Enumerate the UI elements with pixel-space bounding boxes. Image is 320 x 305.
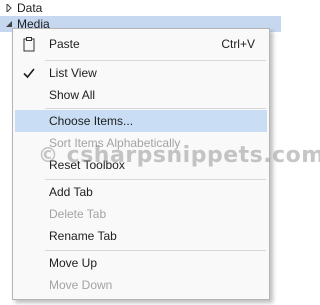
menu-separator: [45, 60, 266, 61]
tree-item-data[interactable]: Data: [0, 0, 281, 16]
menu-item-label: Show All: [49, 88, 96, 102]
context-menu: Paste Ctrl+V List View Show All Choose I…: [12, 28, 270, 300]
menu-separator: [45, 250, 266, 251]
menu-item-choose-items[interactable]: Choose Items...: [15, 110, 267, 132]
menu-item-label: Sort Items Alphabetically: [49, 136, 181, 150]
menu-item-list-view[interactable]: List View: [15, 62, 267, 84]
tree-item-label: Data: [17, 1, 43, 15]
menu-separator: [45, 108, 266, 109]
menu-item-delete-tab[interactable]: Delete Tab: [15, 203, 267, 225]
menu-item-label: Delete Tab: [49, 207, 107, 221]
menu-item-label: Choose Items...: [49, 114, 134, 128]
menu-item-label: Move Up: [49, 256, 98, 270]
menu-item-label: List View: [49, 66, 97, 80]
menu-item-show-all[interactable]: Show All: [15, 84, 267, 106]
menu-separator: [45, 179, 266, 180]
menu-item-paste[interactable]: Paste Ctrl+V: [15, 33, 267, 55]
menu-item-sort-items[interactable]: Sort Items Alphabetically: [15, 132, 267, 154]
clipboard-icon: [21, 36, 37, 52]
menu-item-label: Paste: [49, 37, 80, 51]
menu-item-label: Reset Toolbox: [49, 158, 125, 172]
menu-item-rename-tab[interactable]: Rename Tab: [15, 225, 267, 247]
menu-item-label: Rename Tab: [49, 229, 117, 243]
menu-item-move-down[interactable]: Move Down: [15, 274, 267, 296]
menu-item-add-tab[interactable]: Add Tab: [15, 181, 267, 203]
menu-item-reset-toolbox[interactable]: Reset Toolbox: [15, 154, 267, 176]
menu-item-shortcut: Ctrl+V: [221, 37, 255, 51]
expand-arrow-icon[interactable]: [5, 0, 15, 16]
checkmark-icon: [21, 65, 37, 81]
menu-item-label: Move Down: [49, 278, 113, 292]
menu-item-label: Add Tab: [49, 185, 93, 199]
menu-item-move-up[interactable]: Move Up: [15, 252, 267, 274]
